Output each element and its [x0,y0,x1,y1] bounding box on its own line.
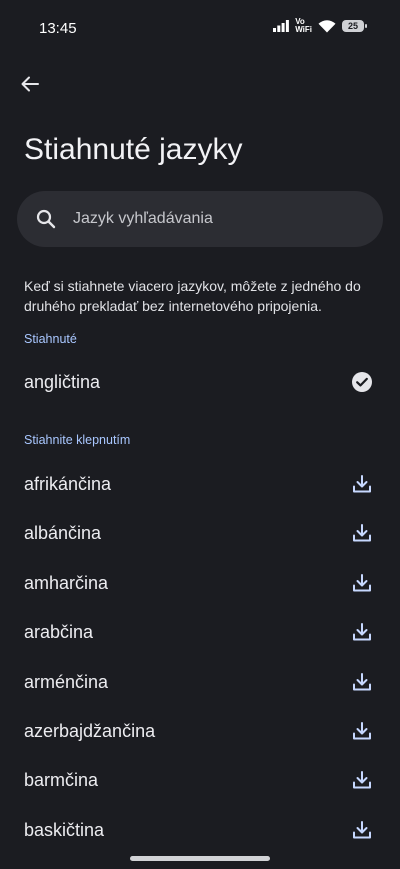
download-icon[interactable] [350,818,374,842]
download-icon[interactable] [350,521,374,545]
language-name: arabčina [24,621,94,642]
section-label-downloaded: Stiahnuté [24,332,77,346]
download-icon[interactable] [350,620,374,644]
download-icon[interactable] [350,670,374,694]
vowifi-icon: Vo WiFi [295,18,312,34]
offline-info-text: Keď si stiahnete viacero jazykov, môžete… [24,278,361,314]
language-name: arménčina [24,671,109,692]
download-icon[interactable] [350,571,374,595]
language-row[interactable]: afrikánčina [0,460,400,508]
battery-icon: 25 [342,20,367,32]
search-icon [35,208,57,230]
arrow-back-icon [21,76,39,92]
language-row[interactable]: baskičtina [0,806,400,854]
language-row[interactable]: amharčina [0,559,400,607]
language-row[interactable]: albánčina [0,509,400,557]
page-title: Stiahnuté jazyky [24,133,243,166]
language-row[interactable]: azerbajdžančina [0,707,400,755]
back-button[interactable] [14,68,46,100]
search-bar[interactable] [17,191,383,247]
language-row[interactable]: barmčina [0,756,400,804]
download-icon[interactable] [350,719,374,743]
download-icon[interactable] [350,768,374,792]
download-icon[interactable] [350,472,374,496]
language-row[interactable]: arabčina [0,608,400,656]
check-circle-icon [350,370,374,394]
vowifi-line2: WiFi [295,25,312,34]
language-name: barmčina [24,769,99,790]
section-label-available: Stiahnite klepnutím [24,433,131,447]
search-input[interactable] [71,209,335,229]
language-name: azerbajdžančina [24,720,156,741]
language-name: afrikánčina [24,473,112,494]
language-name: angličtina [24,371,101,392]
status-bar: 13:45 Vo WiFi 25 [0,0,400,56]
home-indicator[interactable] [130,856,270,861]
language-name: amharčina [24,572,109,593]
language-row-downloaded[interactable]: angličtina [0,358,400,406]
battery-level: 25 [347,21,358,31]
language-name: baskičtina [24,819,105,840]
status-icons: Vo WiFi 25 [273,18,367,34]
language-row[interactable]: arménčina [0,658,400,706]
signal-icon [273,20,290,32]
language-name: albánčina [24,522,102,543]
status-time: 13:45 [39,20,77,37]
wifi-icon [318,19,336,32]
